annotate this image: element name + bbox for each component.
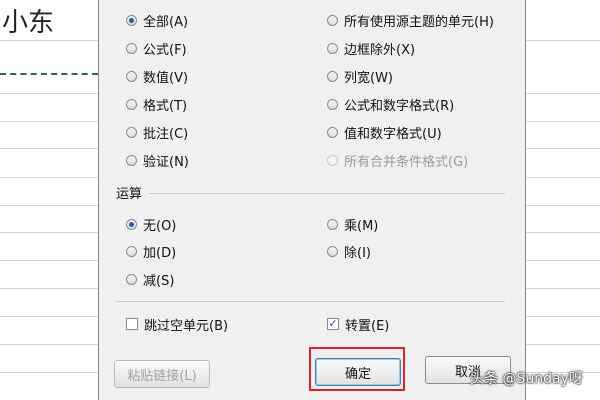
paste-option-formulas-number-formats[interactable]: 公式和数字格式(R)	[327, 95, 455, 114]
paste-option-merge-conditional-formats: 所有合并条件格式(G)	[327, 151, 469, 170]
radio-icon[interactable]	[327, 218, 338, 230]
copy-marquee	[0, 73, 98, 75]
option-label: 公式和数字格式(R)	[344, 98, 455, 114]
option-label: 验证(N)	[143, 154, 189, 170]
paste-link-button[interactable]: 粘贴链接(L)	[114, 360, 210, 388]
section-divider	[149, 193, 505, 194]
paste-option-all[interactable]: 全部(A)	[126, 11, 189, 30]
paste-option-values-number-formats[interactable]: 值和数字格式(U)	[327, 123, 442, 142]
paste-option-column-widths[interactable]: 列宽(W)	[327, 67, 393, 86]
option-label: 减(S)	[143, 273, 175, 289]
highlight-box	[309, 347, 405, 391]
option-label: 乘(M)	[344, 218, 379, 234]
skip-blanks-checkbox[interactable]: 跳过空单元(B)	[126, 315, 229, 334]
operation-option-subtract[interactable]: 减(S)	[126, 270, 175, 289]
paste-option-formulas[interactable]: 公式(F)	[126, 39, 187, 58]
operation-option-none[interactable]: 无(O)	[126, 215, 177, 234]
radio-icon[interactable]	[126, 98, 137, 110]
option-label: 批注(C)	[143, 126, 189, 142]
radio-icon[interactable]	[327, 98, 338, 110]
paste-option-comments[interactable]: 批注(C)	[126, 123, 189, 142]
option-label: 全部(A)	[143, 14, 189, 30]
radio-icon[interactable]	[126, 126, 137, 138]
checkmark-icon[interactable]: ✓	[327, 318, 339, 330]
paste-option-no-borders[interactable]: 边框除外(X)	[327, 39, 416, 58]
radio-icon[interactable]	[327, 42, 338, 54]
section-divider	[116, 301, 505, 302]
operation-option-divide[interactable]: 除(I)	[327, 242, 371, 261]
checkbox-icon[interactable]	[126, 318, 138, 330]
operation-option-add[interactable]: 加(D)	[126, 242, 177, 261]
radio-icon[interactable]	[327, 245, 338, 257]
radio-icon[interactable]	[327, 14, 338, 26]
transpose-checkbox[interactable]: ✓ 转置(E)	[327, 315, 390, 334]
option-label: 格式(T)	[143, 98, 188, 114]
option-label: 除(I)	[344, 245, 371, 261]
option-label: 公式(F)	[143, 42, 187, 58]
option-label: 无(O)	[143, 218, 177, 234]
option-label: 列宽(W)	[344, 70, 393, 86]
watermark-text: 头条 @Sunday呀	[470, 371, 583, 387]
radio-icon[interactable]	[126, 42, 137, 54]
option-label: 所有合并条件格式(G)	[344, 154, 469, 170]
option-label: 值和数字格式(U)	[344, 126, 442, 142]
radio-icon[interactable]	[126, 273, 137, 285]
paste-special-dialog: 全部(A) 公式(F) 数值(V) 格式(T) 批注(C) 验证(N) 所有使用…	[98, 0, 526, 400]
radio-icon[interactable]	[126, 218, 137, 230]
paste-option-source-theme[interactable]: 所有使用源主题的单元(H)	[327, 11, 494, 30]
radio-icon[interactable]	[327, 126, 338, 138]
option-label: 加(D)	[143, 245, 177, 261]
radio-icon[interactable]	[327, 70, 338, 82]
radio-icon[interactable]	[126, 154, 137, 166]
radio-icon[interactable]	[126, 70, 137, 82]
cell-text[interactable]: 小东	[2, 2, 54, 39]
checkbox-label: 转置(E)	[345, 318, 390, 334]
option-label: 边框除外(X)	[344, 42, 416, 58]
checkbox-label: 跳过空单元(B)	[144, 318, 229, 334]
option-label: 所有使用源主题的单元(H)	[344, 14, 494, 30]
radio-icon[interactable]	[126, 14, 137, 26]
paste-option-validation[interactable]: 验证(N)	[126, 151, 189, 170]
option-label: 数值(V)	[143, 70, 189, 86]
radio-icon	[327, 154, 338, 166]
paste-option-formats[interactable]: 格式(T)	[126, 95, 188, 114]
operation-option-multiply[interactable]: 乘(M)	[327, 215, 379, 234]
paste-option-values[interactable]: 数值(V)	[126, 67, 189, 86]
radio-icon[interactable]	[126, 245, 137, 257]
operation-section-label: 运算	[116, 187, 143, 202]
